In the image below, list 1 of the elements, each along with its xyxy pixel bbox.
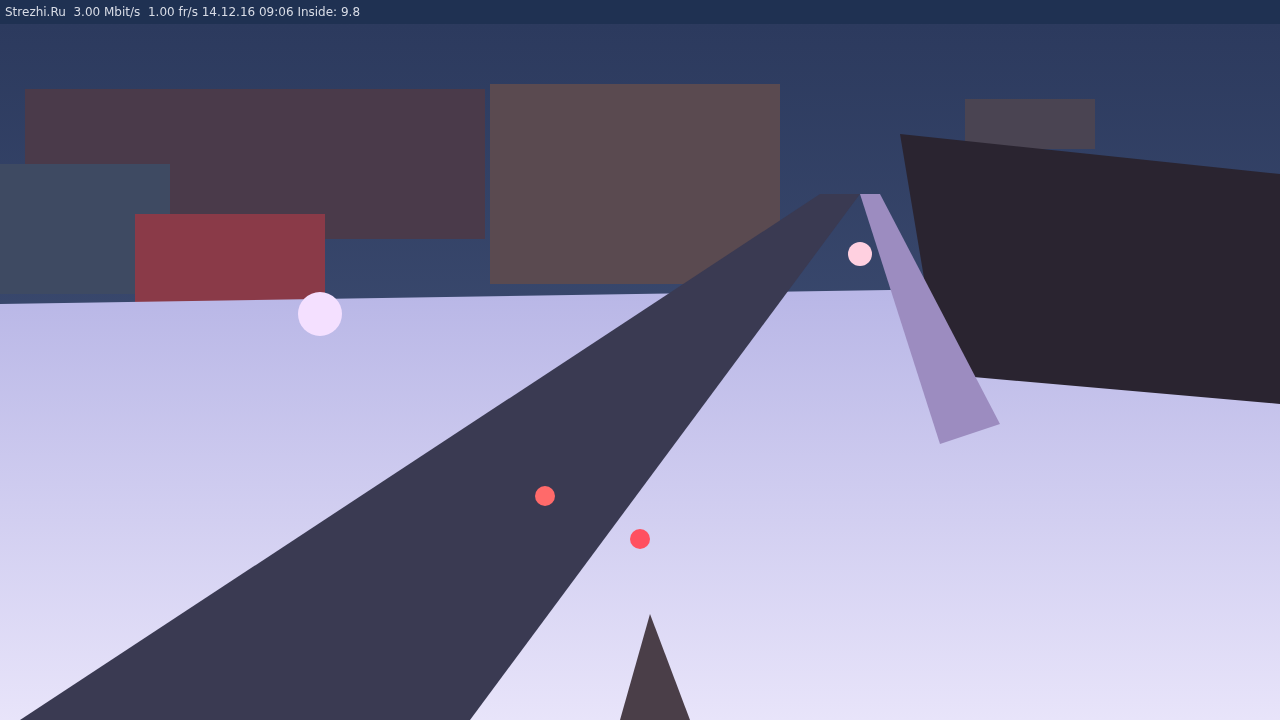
- camera-info-text: Strezhi.Ru 3.00 Mbit/s 1.00 fr/s 14.12.16 09:06 Inside: 9.8: [5, 4, 361, 21]
